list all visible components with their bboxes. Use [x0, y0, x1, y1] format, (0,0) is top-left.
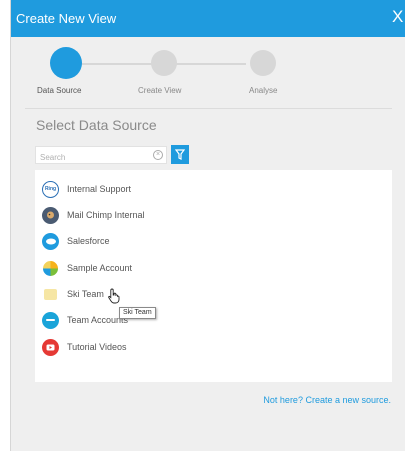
- list-item-mail-chimp-internal[interactable]: Mail Chimp Internal: [42, 205, 145, 225]
- source-label: Mail Chimp Internal: [67, 210, 145, 220]
- section-divider: [25, 108, 392, 109]
- filter-icon: [175, 149, 185, 160]
- data-source-list: Ring Internal Support Mail Chimp Interna…: [35, 170, 392, 382]
- list-item-sample-account[interactable]: Sample Account: [42, 258, 132, 278]
- source-label: Sample Account: [67, 263, 133, 273]
- list-item-ski-team[interactable]: Ski Team: [42, 284, 104, 304]
- step-label-create-view: Create View: [138, 86, 182, 95]
- filter-button[interactable]: [171, 145, 189, 164]
- youtube-play-icon: [42, 338, 59, 356]
- step-dot-analyse[interactable]: [250, 50, 276, 76]
- wizard-stepper: Data Source Create View Analyse: [11, 37, 405, 107]
- dialog-title: Create New View: [16, 11, 117, 26]
- source-label: Salesforce: [67, 236, 110, 246]
- salesforce-cloud-icon: [42, 232, 59, 250]
- folder-icon: [44, 288, 57, 300]
- source-label: Ski Team: [67, 289, 104, 299]
- ring-brand-icon: Ring: [42, 180, 59, 198]
- select-data-source-heading: Select Data Source: [36, 117, 157, 133]
- step-label-analyse: Analyse: [249, 86, 278, 95]
- source-label: Internal Support: [67, 184, 132, 194]
- list-item-team-accounts[interactable]: Team Accounts: [42, 310, 128, 330]
- step-label-data-source: Data Source: [37, 86, 82, 95]
- step-dot-data-source[interactable]: [50, 47, 82, 79]
- list-item-salesforce[interactable]: Salesforce: [42, 231, 110, 251]
- hand-cursor-icon: [108, 288, 120, 304]
- clear-search-icon[interactable]: ×: [153, 150, 163, 160]
- item-tooltip: Ski Team: [119, 307, 156, 319]
- list-item-internal-support[interactable]: Ring Internal Support: [42, 179, 131, 199]
- list-item-tutorial-videos[interactable]: Tutorial Videos: [42, 337, 127, 357]
- close-icon[interactable]: X: [392, 8, 405, 26]
- dialog-titlebar: Create New View X: [11, 0, 405, 37]
- step-dot-create-view[interactable]: [151, 50, 177, 76]
- search-input[interactable]: [36, 149, 146, 166]
- create-new-source-link[interactable]: Not here? Create a new source.: [263, 395, 391, 405]
- mailchimp-icon: [42, 206, 59, 224]
- create-new-view-dialog: Create New View X Data Source Create Vie…: [10, 0, 405, 451]
- team-accounts-icon: [42, 311, 59, 329]
- pinwheel-icon: [42, 260, 59, 277]
- search-box: ×: [35, 146, 167, 166]
- source-label: Tutorial Videos: [67, 342, 127, 352]
